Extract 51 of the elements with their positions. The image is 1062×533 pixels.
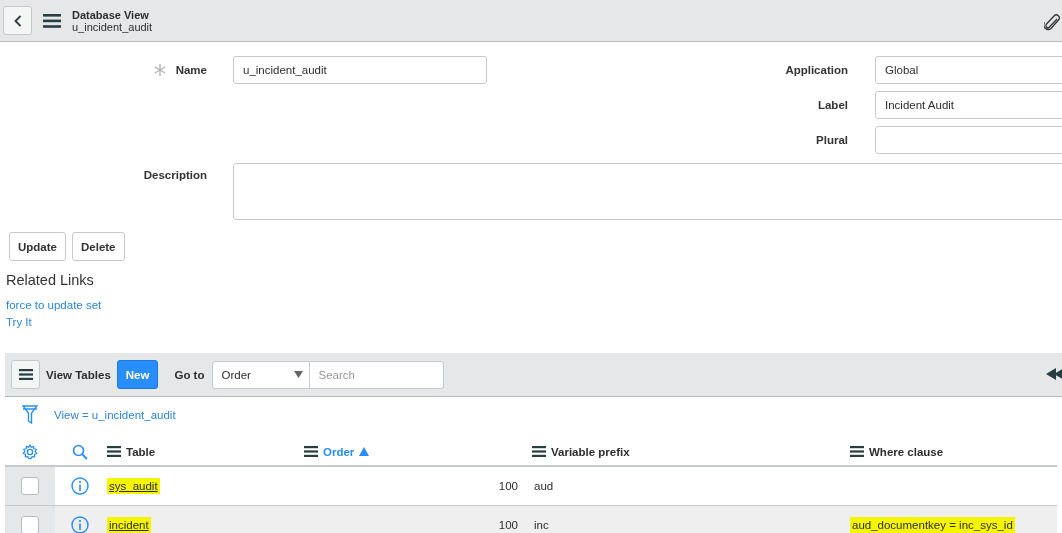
text-field[interactable] (875, 126, 1062, 154)
table-cell-text: aud (533, 479, 555, 494)
menu-icon[interactable] (43, 13, 61, 28)
table-link[interactable]: sys_audit (107, 478, 160, 494)
text-field[interactable]: Incident Audit (875, 91, 1062, 119)
form-button[interactable]: Update (9, 232, 66, 261)
column-menu-icon (304, 446, 318, 457)
field-label: Label (817, 99, 848, 111)
record-name: u_incident_audit (72, 20, 153, 33)
table-cell-text: 100 (497, 479, 519, 494)
related-link[interactable]: force to update set (6, 297, 102, 314)
field-dropdown[interactable]: Order (212, 360, 311, 389)
field-label: Description (143, 169, 207, 181)
text-field[interactable]: Global (875, 56, 1062, 84)
row-checkbox[interactable] (21, 477, 39, 495)
paperclip-icon[interactable] (1044, 14, 1060, 32)
column-header[interactable]: Where clause (848, 445, 944, 458)
text-field[interactable]: u_incident_audit (233, 56, 487, 84)
table-link[interactable]: incident (107, 517, 151, 533)
row-checkbox[interactable] (21, 516, 39, 533)
filter-breadcrumb[interactable]: View = u_incident_audit (54, 408, 176, 421)
filter-icon[interactable] (22, 405, 38, 424)
dropdown-caret-icon (294, 371, 304, 378)
description-field[interactable] (233, 163, 1062, 220)
field-label: Name (175, 64, 207, 76)
list-menu-button[interactable] (11, 360, 40, 389)
settings-icon[interactable] (22, 443, 38, 460)
sort-ascending-icon (359, 447, 370, 456)
table-cell-text: inc (533, 518, 550, 533)
column-header[interactable]: Table (105, 445, 156, 458)
goto-label: Go to (174, 368, 205, 381)
back-icon (13, 14, 22, 27)
column-header[interactable]: Variable prefix (530, 445, 630, 458)
search-icon[interactable] (72, 443, 88, 460)
form-button[interactable]: Delete (72, 232, 125, 261)
section-heading: Related Links (6, 272, 95, 288)
table-cell-text: 100 (497, 518, 519, 533)
table-cell: aud_documentkey = inc_sys_id (850, 517, 1015, 533)
column-menu-icon (107, 446, 121, 457)
menu-icon (18, 369, 33, 380)
search-field[interactable]: Search (310, 360, 445, 389)
field-label: Plural (816, 134, 848, 146)
back-button[interactable] (3, 6, 32, 35)
info-icon[interactable] (71, 516, 89, 533)
field-label: Application (785, 64, 848, 76)
form-title: Database View (72, 8, 150, 21)
related-link[interactable]: Try It (6, 314, 32, 331)
column-menu-icon (850, 446, 864, 457)
info-icon[interactable] (71, 477, 89, 495)
column-menu-icon (532, 446, 546, 457)
list-title: View Tables (46, 368, 111, 381)
